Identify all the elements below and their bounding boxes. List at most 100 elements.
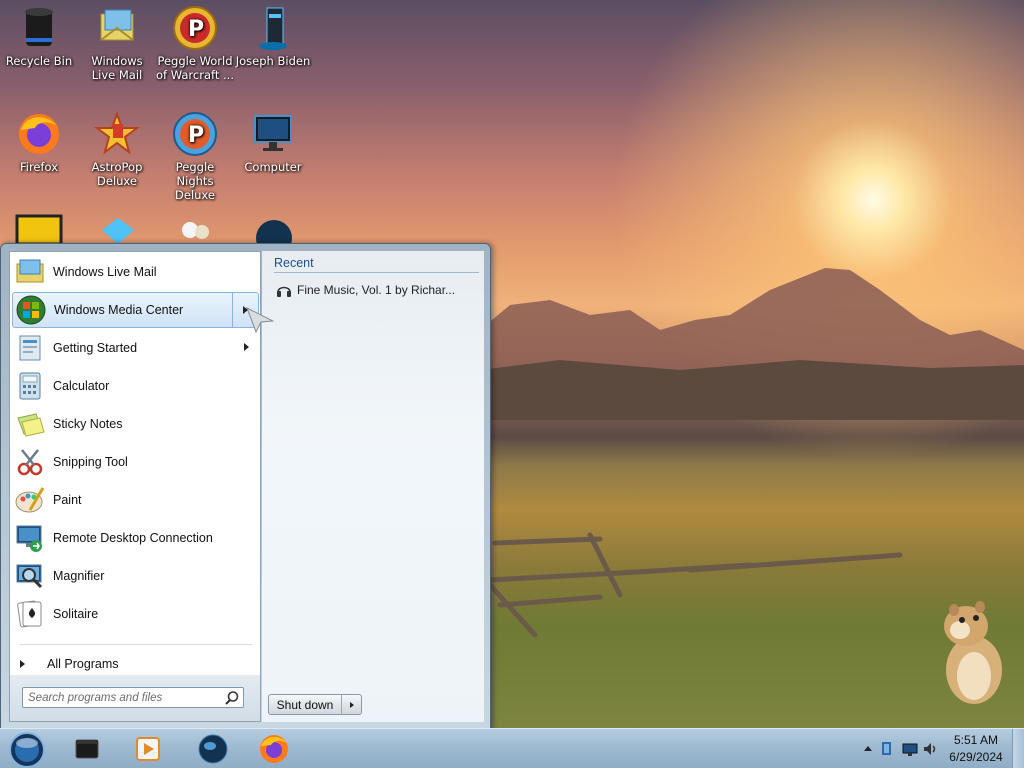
- paint-icon: [15, 487, 45, 513]
- start-menu-right-pane: Recent Fine Music, Vol. 1 by Richar... S…: [262, 251, 484, 722]
- desktop-icon-label: Computer: [244, 160, 302, 174]
- astropop-icon: [94, 111, 140, 155]
- program-label: Solitaire: [53, 607, 99, 621]
- desktop-icon-peggle-nights-deluxe[interactable]: P Peggle Nights Deluxe: [156, 110, 234, 202]
- program-label: Remote Desktop Connection: [53, 531, 213, 545]
- action-center-icon[interactable]: [879, 741, 895, 757]
- chevron-right-icon: [243, 343, 249, 351]
- search-area: [10, 675, 260, 721]
- globe-icon[interactable]: [196, 732, 230, 766]
- media-player-icon[interactable]: [131, 732, 165, 766]
- wallpaper-hamster: [944, 601, 1002, 704]
- taskbar-recycle-bin-icon[interactable]: [70, 732, 104, 766]
- program-magnifier[interactable]: Magnifier: [12, 558, 259, 594]
- recycle-bin-icon: [25, 8, 53, 46]
- network-icon[interactable]: [902, 741, 918, 757]
- desktop-icon-joseph-biden[interactable]: Joseph Biden: [234, 4, 312, 68]
- firefox-icon: [19, 114, 59, 154]
- desktop-icon-partial: [15, 214, 63, 244]
- program-windows-media-center[interactable]: Windows Media Center: [12, 292, 259, 328]
- svg-text:P: P: [188, 17, 204, 42]
- calculator-icon: [19, 372, 41, 400]
- firefox-icon[interactable]: [257, 732, 291, 766]
- media-center-icon: [16, 295, 46, 325]
- desktop-icon-partial: [182, 222, 209, 239]
- programs-separator: [20, 644, 252, 645]
- mail-icon: [100, 9, 134, 41]
- system-tray: 5:51 AM 6/29/2024: [834, 729, 1024, 768]
- clock-date: 6/29/2024: [949, 750, 1003, 764]
- program-calculator[interactable]: Calculator: [12, 368, 259, 404]
- desktop-icon-windows-live-mail[interactable]: Windows Live Mail: [78, 4, 156, 82]
- start-orb-icon[interactable]: [4, 730, 50, 768]
- program-label: Windows Media Center: [54, 303, 184, 317]
- show-hidden-icons-icon[interactable]: [864, 746, 872, 751]
- desktop-icon-label: Firefox: [19, 160, 59, 174]
- show-desktop-button[interactable]: [1012, 729, 1024, 768]
- all-programs-label: All Programs: [47, 657, 119, 671]
- desktop-icon-firefox[interactable]: Firefox: [0, 110, 78, 174]
- all-programs-button[interactable]: All Programs: [12, 650, 259, 678]
- desktop-icon-label: Recycle Bin: [5, 54, 73, 68]
- desktop-icon-label: Joseph Biden: [235, 54, 311, 68]
- recent-item-label: Fine Music, Vol. 1 by Richar...: [297, 283, 456, 297]
- program-label: Paint: [53, 493, 82, 507]
- desktop-icon-label: Peggle Nights Deluxe: [175, 160, 215, 202]
- computer-icon: [254, 115, 292, 151]
- desktop-icon-peggle-world-of-warcraft[interactable]: P Peggle World of Warcraft ...: [156, 4, 234, 82]
- headphones-icon: [277, 286, 291, 297]
- desktop-icon-label: Windows Live Mail: [91, 54, 143, 82]
- program-label: Calculator: [53, 379, 110, 393]
- shutdown-label: Shut down: [276, 697, 334, 712]
- peggle-icon: P: [173, 6, 217, 50]
- program-solitaire[interactable]: Solitaire: [12, 596, 259, 632]
- desktop-icon-label: Peggle World of Warcraft ...: [156, 54, 234, 82]
- wallpaper-mountains: [480, 268, 1024, 420]
- desktop-icon-recycle-bin[interactable]: Recycle Bin: [0, 4, 78, 68]
- volume-icon[interactable]: [922, 741, 938, 757]
- recent-header: Recent: [274, 256, 479, 273]
- program-label: Sticky Notes: [53, 417, 123, 431]
- shutdown-options-button[interactable]: [342, 695, 361, 714]
- peggle-nights-icon: P: [173, 112, 217, 156]
- getting-started-icon: [19, 335, 41, 361]
- program-windows-live-mail[interactable]: Windows Live Mail: [12, 254, 259, 290]
- program-snipping-tool[interactable]: Snipping Tool: [12, 444, 259, 480]
- search-box[interactable]: [22, 687, 244, 708]
- desktop-icon-partial: [102, 218, 134, 244]
- chevron-right-icon: [20, 660, 25, 668]
- desktop-icon-partial: [256, 220, 292, 244]
- submenu-arrow[interactable]: [233, 330, 259, 364]
- snipping-tool-icon: [17, 449, 43, 476]
- mouse-cursor-icon: [246, 307, 274, 333]
- sticky-notes-icon: [17, 413, 45, 437]
- shutdown-button[interactable]: Shut down: [269, 695, 342, 714]
- magnifier-icon: [16, 564, 43, 589]
- user-folder-icon: [259, 7, 287, 50]
- start-menu-programs-pane: Windows Live Mail Windows Media Center G…: [9, 251, 261, 722]
- taskbar: 5:51 AM 6/29/2024: [0, 728, 1024, 768]
- recent-item[interactable]: Fine Music, Vol. 1 by Richar...: [276, 281, 476, 299]
- program-paint[interactable]: Paint: [12, 482, 259, 518]
- program-getting-started[interactable]: Getting Started: [12, 330, 259, 366]
- program-remote-desktop-connection[interactable]: Remote Desktop Connection: [12, 520, 259, 556]
- solitaire-icon: [17, 600, 42, 628]
- program-label: Snipping Tool: [53, 455, 128, 469]
- chevron-right-icon: [349, 701, 354, 708]
- desktop-icon-computer[interactable]: Computer: [234, 110, 312, 174]
- desktop-icon-astropop-deluxe[interactable]: AstroPop Deluxe: [78, 110, 156, 188]
- program-label: Windows Live Mail: [53, 265, 157, 279]
- wallpaper-fence: [490, 532, 903, 638]
- search-input[interactable]: [28, 688, 224, 707]
- desktop-icon-label: AstroPop Deluxe: [91, 160, 143, 188]
- program-label: Magnifier: [53, 569, 105, 583]
- program-label: Getting Started: [53, 341, 138, 355]
- search-icon[interactable]: [224, 690, 240, 706]
- clock[interactable]: 5:51 AM 6/29/2024: [940, 732, 1012, 766]
- remote-desktop-icon: [16, 525, 42, 552]
- clock-time: 5:51 AM: [953, 733, 999, 747]
- svg-text:P: P: [188, 123, 204, 148]
- program-sticky-notes[interactable]: Sticky Notes: [12, 406, 259, 442]
- shutdown-button-group: Shut down: [268, 694, 362, 715]
- mail-icon: [16, 259, 44, 283]
